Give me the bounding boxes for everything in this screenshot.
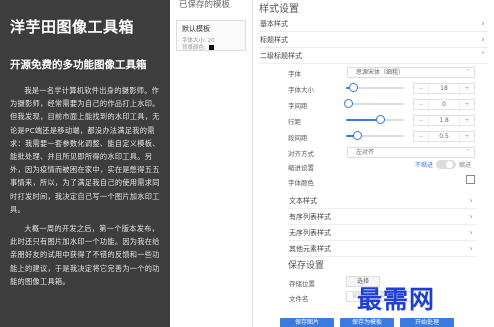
indent-on-label[interactable]: 缩进 <box>459 160 471 169</box>
font-select[interactable]: 思源宋体（细粗） ˅ <box>347 67 475 78</box>
align-select[interactable]: 左对齐 ˅ <box>347 147 475 158</box>
start-processing-button[interactable]: 开始处理 <box>400 318 454 327</box>
section-label: 基本样式 <box>260 19 288 28</box>
font-value: 思源宋体（细粗） <box>356 69 405 76</box>
line-height-stepper[interactable]: − 1.8 + <box>413 115 475 126</box>
letter-spacing-stepper[interactable]: − 0 + <box>413 99 475 110</box>
preview-subtitle: 开源免费的多功能图像工具箱 <box>10 59 147 71</box>
section-text-style[interactable]: 文本样式 › <box>288 193 476 209</box>
section-title-style[interactable]: 标题样式 › <box>259 32 488 48</box>
slider-handle[interactable] <box>375 115 385 124</box>
section-other-style[interactable]: 其他元素样式 › <box>288 241 476 257</box>
section-label: 有序列表样式 <box>289 212 331 221</box>
letter-spacing-slider[interactable] <box>344 99 404 108</box>
section-unordered-list-style[interactable]: 无序列表样式 › <box>288 225 476 241</box>
font-size-label: 字体大小 <box>288 86 314 94</box>
filename-label: 文件名 <box>289 295 309 303</box>
chevron-right-icon: › <box>469 244 473 253</box>
increment-button[interactable]: + <box>460 84 474 93</box>
chevron-right-icon: › <box>481 35 485 44</box>
action-bar: 保存图片 保存为模板 开始处理 <box>280 318 454 327</box>
letter-spacing-value[interactable]: 0 <box>428 100 460 109</box>
indent-toggle[interactable] <box>436 160 457 169</box>
slider-handle[interactable] <box>348 83 358 92</box>
template-color-swatch <box>208 44 214 50</box>
align-label: 对齐方式 <box>288 150 314 158</box>
para-spacing-slider[interactable] <box>346 131 404 140</box>
slider-track <box>346 103 404 105</box>
section-subtitle-style[interactable]: 二级标题样式 ˅ <box>259 48 488 64</box>
templates-title: 已保存的模板 <box>179 0 231 10</box>
slider-handle[interactable] <box>352 131 362 140</box>
template-color-row: 背景颜色: <box>182 43 214 51</box>
chevron-down-icon: ˅ <box>467 69 470 76</box>
preview-paragraph: 我是一名学计算机软件出身的摄影师。作为摄影师，经常需要为自己的作品打上水印。但我… <box>10 86 160 214</box>
line-height-slider[interactable] <box>346 115 404 124</box>
indent-label: 缩进设置 <box>288 164 314 172</box>
slider-handle[interactable] <box>344 99 353 108</box>
section-label: 无序列表样式 <box>289 228 331 237</box>
font-size-slider[interactable] <box>346 83 404 92</box>
font-color-picker[interactable] <box>466 175 475 184</box>
settings-title: 样式设置 <box>259 4 299 15</box>
increment-button[interactable]: + <box>460 116 474 125</box>
para-spacing-label: 段间距 <box>288 134 308 142</box>
save-image-button[interactable]: 保存图片 <box>280 318 334 327</box>
preview-title: 洋芋田图像工具箱 <box>10 18 135 36</box>
template-card[interactable]: 默认模板 字体大小: 20 背景颜色: <box>176 20 246 51</box>
save-template-button[interactable]: 保存为模板 <box>340 318 394 327</box>
indent-off-label[interactable]: 不缩进 <box>415 160 433 169</box>
align-value: 左对齐 <box>356 149 375 156</box>
section-label: 标题样式 <box>260 35 288 44</box>
template-color-label: 背景颜色: <box>182 45 206 51</box>
app-root: 洋芋田图像工具箱 开源免费的多功能图像工具箱 我是一名学计算机软件出身的摄影师。… <box>0 0 494 327</box>
chevron-right-icon: › <box>469 228 473 237</box>
save-location-label: 存储位置 <box>289 280 315 288</box>
decrement-button[interactable]: − <box>414 132 428 141</box>
chevron-right-icon: › <box>469 196 473 205</box>
template-name: 默认模板 <box>182 25 210 33</box>
increment-button[interactable]: + <box>460 100 474 109</box>
decrement-button[interactable]: − <box>414 116 428 125</box>
preview-panel: 洋芋田图像工具箱 开源免费的多功能图像工具箱 我是一名学计算机软件出身的摄影师。… <box>0 0 170 327</box>
para-spacing-stepper[interactable]: − 0.5 + <box>413 131 475 142</box>
increment-button[interactable]: + <box>460 132 474 141</box>
line-height-value[interactable]: 1.8 <box>428 116 460 125</box>
save-settings-title: 保存设置 <box>288 261 325 271</box>
chevron-right-icon: › <box>469 212 473 221</box>
section-label: 文本样式 <box>289 196 317 205</box>
watermark-logo: 最需网 <box>357 285 436 314</box>
font-label: 字体 <box>288 70 301 78</box>
section-basic-style[interactable]: 基本样式 › <box>259 16 488 32</box>
letter-spacing-label: 字间距 <box>288 102 308 110</box>
decrement-button[interactable]: − <box>414 84 428 93</box>
chevron-down-icon: ˅ <box>467 149 470 156</box>
line-height-label: 行距 <box>288 118 301 126</box>
chevron-right-icon: › <box>481 19 485 28</box>
toggle-knob <box>446 161 454 168</box>
chevron-down-icon: ˅ <box>481 51 485 60</box>
section-label: 其他元素样式 <box>289 244 331 253</box>
section-label: 二级标题样式 <box>260 51 302 60</box>
decrement-button[interactable]: − <box>414 100 428 109</box>
indent-toggle-row: 不缩进 缩进 <box>415 160 471 169</box>
preview-paragraph: 大概一周的开发之后，第一个版本发布，此时还只有图片加水印一个功能。因为我在给亲朋… <box>10 224 160 286</box>
slider-fill <box>346 119 378 121</box>
font-color-label: 字体颜色 <box>288 179 314 187</box>
para-spacing-value[interactable]: 0.5 <box>428 132 460 141</box>
font-size-stepper[interactable]: − 18 + <box>413 83 475 94</box>
font-size-value[interactable]: 18 <box>428 84 460 93</box>
section-ordered-list-style[interactable]: 有序列表样式 › <box>288 209 476 225</box>
